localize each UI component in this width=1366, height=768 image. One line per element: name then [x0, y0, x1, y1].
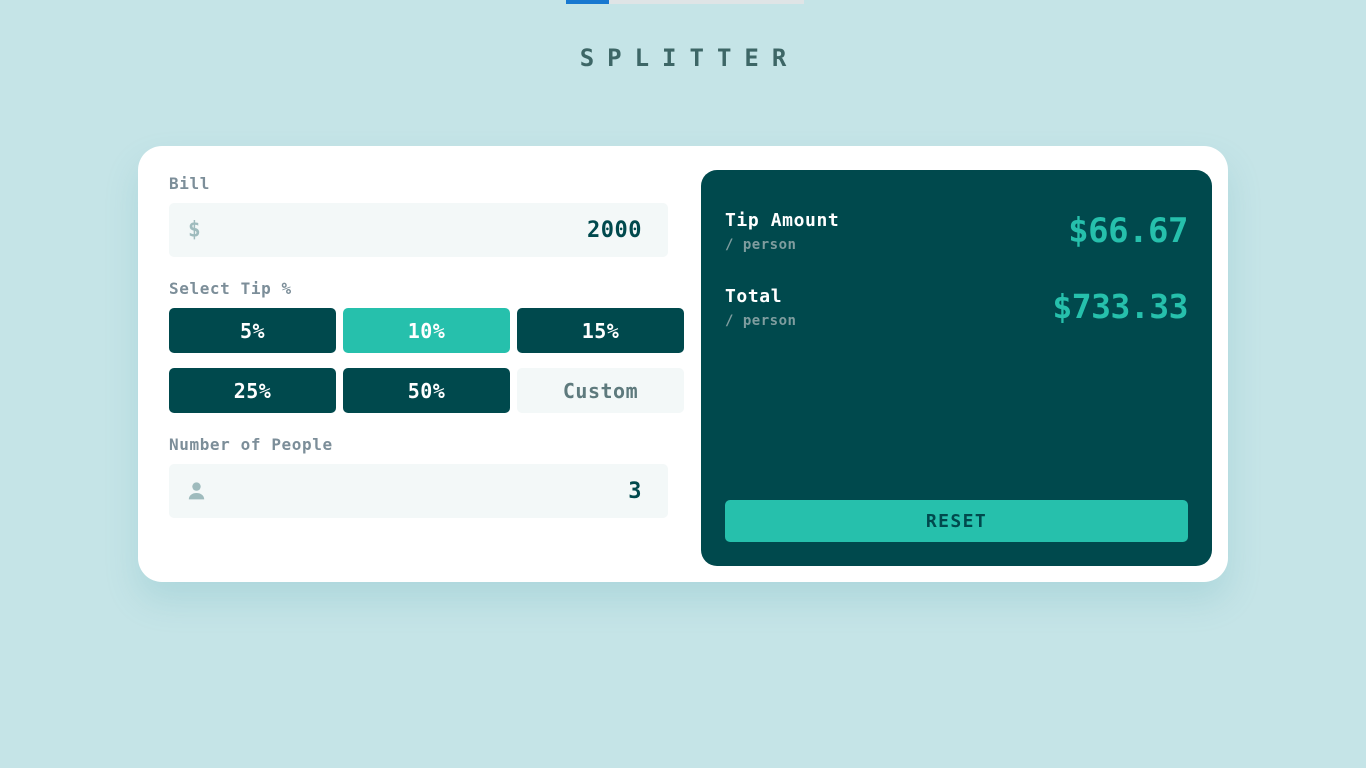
tip-label: Select Tip % [169, 279, 292, 298]
tip-option-5[interactable]: 5% [169, 308, 336, 353]
bill-input[interactable]: $ 2000 [169, 203, 668, 257]
page-title-line-1: SPLITTER [579, 44, 800, 72]
bill-label: Bill [169, 174, 210, 193]
total-subtitle: / person [725, 313, 797, 329]
total-labels: Total / person [725, 286, 796, 329]
total-row: Total / person $733.33 [725, 286, 1188, 329]
page-title: SPLITTER [0, 40, 1366, 76]
people-input-value: 3 [628, 478, 642, 504]
page-loading-bar-fill [566, 0, 609, 4]
tip-option-15[interactable]: 15% [517, 308, 684, 353]
tip-option-25[interactable]: 25% [169, 368, 336, 413]
page-loading-bar [566, 0, 804, 4]
tip-option-50[interactable]: 50% [343, 368, 510, 413]
tip-amount-labels: Tip Amount / person [725, 210, 839, 253]
results-panel: Tip Amount / person $66.67 Total / perso… [701, 170, 1212, 566]
people-input[interactable]: 3 [169, 464, 668, 518]
total-value: $733.33 [1052, 287, 1188, 326]
tip-option-10[interactable]: 10% [343, 308, 510, 353]
total-title: Total [725, 286, 783, 307]
tip-option-custom[interactable]: Custom [517, 368, 684, 413]
tip-amount-value: $66.67 [1068, 211, 1188, 251]
inputs-column: Bill $ 2000 Select Tip % 5% 10% 15% 25% … [154, 170, 684, 566]
tip-amount-row: Tip Amount / person $66.67 [725, 210, 1188, 253]
tip-amount-title: Tip Amount [725, 210, 840, 231]
person-icon [188, 482, 205, 500]
reset-button[interactable]: RESET [725, 500, 1188, 542]
tip-options-grid: 5% 10% 15% 25% 50% Custom [169, 308, 684, 413]
calculator-card: Bill $ 2000 Select Tip % 5% 10% 15% 25% … [138, 146, 1228, 582]
tip-amount-subtitle: / person [725, 237, 797, 253]
people-label: Number of People [169, 435, 333, 454]
dollar-icon: $ [188, 217, 201, 242]
bill-input-value: 2000 [587, 217, 642, 243]
